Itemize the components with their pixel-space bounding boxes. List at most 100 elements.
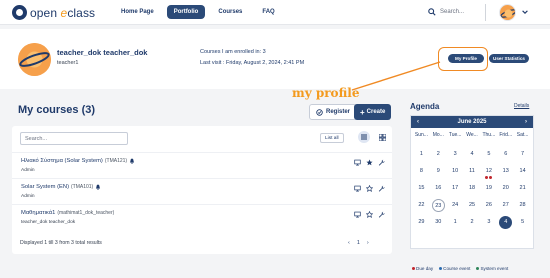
calendar-day[interactable]: 9 bbox=[430, 165, 447, 178]
calendar-day[interactable]: 13 bbox=[497, 165, 514, 178]
calendar-day[interactable]: 7 bbox=[514, 148, 531, 161]
plus-icon: + bbox=[360, 107, 365, 117]
calendar-day[interactable]: 17 bbox=[447, 182, 464, 195]
calendar-header: ‹ June 2025 › bbox=[411, 116, 533, 128]
calendar-day[interactable]: 16 bbox=[430, 182, 447, 195]
calendar-day[interactable]: 19 bbox=[480, 182, 497, 195]
course-row[interactable]: Ηλιακό Σύστημα (Solar System) (TMA121) A… bbox=[12, 152, 392, 175]
star-outline-icon[interactable] bbox=[366, 185, 373, 192]
course-title[interactable]: Solar System (EN) bbox=[21, 184, 69, 190]
calendar-day[interactable]: 4 bbox=[464, 148, 481, 161]
calendar-day[interactable]: 26 bbox=[480, 199, 497, 212]
calendar-day[interactable]: 8 bbox=[413, 165, 430, 178]
calendar-day[interactable]: 6 bbox=[497, 148, 514, 161]
weekday-label: Sat... bbox=[516, 132, 529, 138]
nav-faq[interactable]: FAQ bbox=[255, 5, 281, 19]
weekday-label: Mo... bbox=[432, 132, 444, 138]
legend-due: Due day bbox=[412, 266, 433, 271]
calendar-day[interactable]: 18 bbox=[464, 182, 481, 195]
calendar-day[interactable]: 24 bbox=[447, 199, 464, 212]
calendar-day[interactable]: 5 bbox=[480, 148, 497, 161]
top-navbar: open eclass Home Page Portfolio Courses … bbox=[0, 0, 550, 25]
star-outline-icon[interactable] bbox=[366, 211, 373, 218]
calendar-day[interactable]: 5 bbox=[514, 216, 531, 229]
pager-current[interactable]: 1 bbox=[357, 240, 360, 246]
main-nav: Home Page Portfolio Courses FAQ bbox=[114, 5, 282, 19]
calendar-week: 1234567 bbox=[411, 146, 533, 163]
wrench-icon[interactable] bbox=[378, 211, 385, 218]
weekday-label: We... bbox=[466, 132, 478, 138]
my-courses-title: My courses (3) bbox=[18, 104, 96, 116]
calendar-day[interactable]: 3 bbox=[480, 216, 497, 229]
logo-text: open eclass bbox=[30, 5, 96, 20]
due-day-dot bbox=[485, 176, 489, 179]
create-button[interactable]: + Create bbox=[354, 104, 392, 120]
bell-icon bbox=[96, 184, 101, 190]
course-code: (mathimat1_dok_teacher) bbox=[57, 210, 115, 216]
calendar-day[interactable]: 29 bbox=[413, 216, 430, 229]
calendar-day[interactable]: 4 bbox=[499, 216, 513, 229]
star-filled-icon[interactable] bbox=[366, 159, 373, 166]
calendar-day[interactable]: 22 bbox=[413, 199, 430, 212]
list-all-button[interactable]: List all bbox=[320, 133, 344, 143]
monitor-icon[interactable] bbox=[354, 185, 361, 192]
course-row[interactable]: Solar System (EN) (TMA101) Admin bbox=[12, 178, 392, 201]
user-statistics-button[interactable]: User Statistics bbox=[489, 54, 529, 63]
agenda-legend: Due day Course event System event bbox=[412, 266, 508, 271]
calendar-prev[interactable]: ‹ bbox=[417, 119, 419, 125]
pager-prev[interactable]: ‹ bbox=[348, 240, 350, 246]
course-search-input[interactable]: Search... bbox=[20, 132, 128, 145]
nav-courses[interactable]: Courses bbox=[211, 5, 249, 19]
calendar-day[interactable]: 3 bbox=[447, 148, 464, 161]
calendar-day[interactable]: 2 bbox=[464, 216, 481, 229]
calendar-day[interactable]: 1 bbox=[447, 216, 464, 229]
nav-search-placeholder: Search... bbox=[440, 9, 465, 15]
openeclass-logo[interactable]: open eclass bbox=[12, 5, 95, 20]
nav-home[interactable]: Home Page bbox=[114, 5, 161, 19]
calendar-day[interactable]: 27 bbox=[497, 199, 514, 212]
calendar-week: 22 23 24 25 26 27 28 bbox=[411, 197, 533, 214]
calendar-next[interactable]: › bbox=[525, 119, 527, 125]
calendar-day[interactable]: 10 bbox=[447, 165, 464, 178]
wrench-icon[interactable] bbox=[378, 185, 385, 192]
calendar-day[interactable]: 20 bbox=[497, 182, 514, 195]
calendar-day[interactable]: 14 bbox=[514, 165, 531, 178]
calendar-day[interactable]: 11 bbox=[464, 165, 481, 178]
pager-next[interactable]: › bbox=[367, 240, 369, 246]
calendar-day[interactable]: 30 bbox=[430, 216, 447, 229]
calendar-day[interactable]: 21 bbox=[514, 182, 531, 195]
monitor-icon[interactable] bbox=[354, 159, 361, 166]
user-avatar[interactable] bbox=[499, 4, 516, 21]
wrench-icon[interactable] bbox=[378, 159, 385, 166]
nav-portfolio[interactable]: Portfolio bbox=[166, 5, 206, 19]
calendar-day[interactable]: 15 bbox=[413, 182, 430, 195]
calendar-day[interactable]: 1 bbox=[413, 148, 430, 161]
calendar-day[interactable]: 12 bbox=[480, 165, 497, 179]
course-row[interactable]: Μαθηματικά1 (mathimat1_dok_teacher) teac… bbox=[12, 204, 392, 227]
weekday-label: Thu... bbox=[482, 132, 496, 138]
calendar-day[interactable]: 2 bbox=[430, 148, 447, 161]
calendar-weekdays: Sun... Mo... Tue... We... Thu... Frid...… bbox=[411, 132, 533, 138]
annotation-label: my profile bbox=[292, 86, 360, 100]
list-view-icon[interactable] bbox=[358, 131, 370, 143]
monitor-icon[interactable] bbox=[354, 211, 361, 218]
agenda-details-link[interactable]: Details bbox=[514, 103, 529, 109]
calendar-week: 29 30 1 2 3 4 5 bbox=[411, 214, 533, 231]
create-label: Create bbox=[366, 109, 386, 115]
course-title[interactable]: Ηλιακό Σύστημα (Solar System) bbox=[21, 158, 103, 164]
profile-avatar bbox=[18, 43, 51, 76]
chevron-down-icon[interactable] bbox=[521, 8, 529, 16]
grid-view-icon[interactable] bbox=[376, 131, 388, 143]
register-button[interactable]: Register bbox=[309, 104, 358, 120]
register-icon bbox=[316, 108, 323, 116]
course-title[interactable]: Μαθηματικά1 bbox=[21, 210, 55, 216]
course-teacher: Admin bbox=[21, 194, 35, 199]
nav-search[interactable]: Search... bbox=[428, 8, 464, 16]
course-code: (TMA121) bbox=[104, 158, 128, 164]
calendar-day[interactable]: 28 bbox=[514, 199, 531, 212]
calendar-grid: 1 2 3 4 5 6 7 8 9 10 11 12 13 14 15 16 17 18 19 20 21 22 23 24 2… bbox=[411, 146, 533, 231]
calendar-day[interactable]: 25 bbox=[464, 199, 481, 212]
calendar-day[interactable]: 23 bbox=[431, 199, 445, 212]
my-profile-highlight bbox=[438, 47, 488, 71]
calendar-month: June 2025 bbox=[457, 119, 487, 125]
